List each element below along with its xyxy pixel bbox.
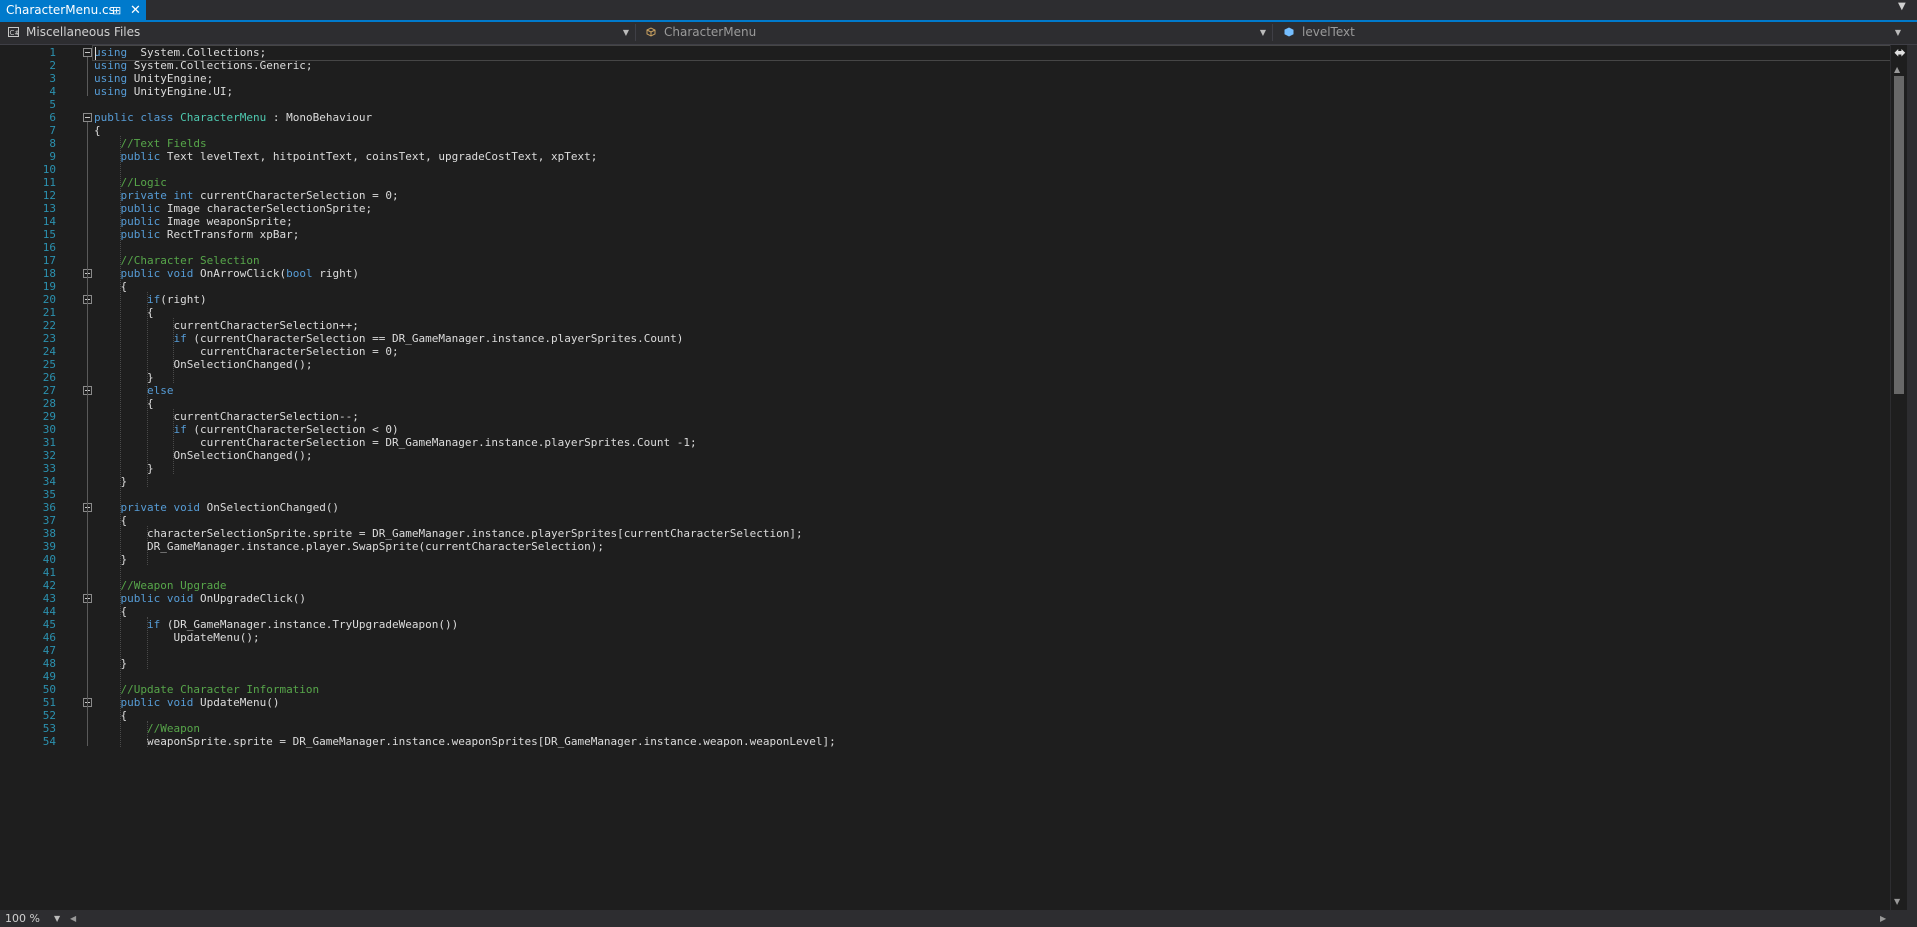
code-token: } (94, 475, 128, 488)
line-number-gutter: 1 2 3 4 5 6 7 8 9 10 11 12 13 14 15 16 17 18 19 20 21 22 23 24 2… (0, 45, 92, 910)
text-caret (95, 47, 96, 60)
code-line[interactable]: } (94, 474, 127, 490)
keyword-token: private (120, 501, 167, 514)
collapse-toggle-icon[interactable] (83, 113, 92, 122)
navigation-bar: C# Miscellaneous Files ▼ CharacterMenu ▼… (0, 22, 1917, 45)
chevron-down-icon[interactable]: ▼ (54, 911, 60, 926)
code-line[interactable]: using UnityEngine.UI; (94, 84, 233, 100)
close-icon[interactable]: ✕ (130, 0, 141, 21)
code-area[interactable]: using System.Collections; using System.Co… (94, 45, 1890, 910)
document-tab-strip (0, 0, 1917, 21)
indent-guide (173, 318, 175, 383)
scroll-right-icon[interactable]: ▶ (1880, 911, 1886, 926)
project-dropdown-label: Miscellaneous Files (26, 25, 141, 39)
keyword-token: void (173, 501, 200, 514)
split-window-icon[interactable]: ⬌ (1893, 46, 1907, 60)
code-token: UpdateMenu() (193, 696, 280, 709)
keyword-token: public (120, 228, 161, 241)
scroll-up-icon[interactable]: ▲ (1894, 65, 1900, 74)
code-token: Text levelText, hitpointText, coinsText,… (160, 150, 598, 163)
chevron-down-icon: ▼ (1894, 28, 1901, 37)
indent-guide (146, 617, 148, 669)
code-token: UpdateMenu(); (94, 631, 260, 644)
svg-text:C#: C# (10, 29, 20, 37)
type-dropdown-label: CharacterMenu (664, 25, 757, 39)
code-line[interactable]: public class CharacterMenu : MonoBehavio… (94, 110, 372, 126)
field-icon (1284, 27, 1294, 37)
code-token: RectTransform xpBar; (160, 228, 300, 241)
keyword-token: void (166, 696, 194, 709)
code-token: } (94, 553, 128, 566)
code-line[interactable]: } (94, 552, 127, 568)
indent-guide (120, 136, 122, 747)
code-token: } (94, 657, 128, 670)
zoom-level[interactable]: 100 % (5, 911, 40, 926)
indent-guide (173, 409, 175, 474)
keyword-token: void (166, 592, 194, 605)
project-dropdown[interactable]: C# Miscellaneous Files ▼ (2, 24, 636, 41)
scrollbar-thumb[interactable] (1894, 76, 1904, 394)
indent-guide (146, 292, 148, 487)
editor-right-edge (1907, 45, 1917, 927)
chevron-down-icon: ▼ (1259, 28, 1266, 37)
code-token: weaponSprite.sprite = DR_GameManager.ins… (94, 735, 836, 748)
code-line[interactable]: DR_GameManager.instance.player.SwapSprit… (94, 539, 604, 555)
keyword-token: class (140, 111, 174, 124)
code-line[interactable]: private void OnSelectionChanged() (94, 500, 340, 516)
code-token: right) (312, 267, 359, 280)
keyword-token: void (166, 267, 194, 280)
pin-icon[interactable]: ⊞ (112, 0, 121, 21)
code-token: : MonoBehaviour (266, 111, 373, 124)
code-token: DR_GameManager.instance.player.SwapSprit… (94, 540, 604, 553)
code-editor[interactable]: 1 2 3 4 5 6 7 8 9 10 11 12 13 14 15 16 17 18 19 20 21 22 23 24 2… (0, 45, 1917, 910)
code-token: UnityEngine.UI; (127, 85, 234, 98)
editor-bottom-bar: 100 % ▼ ◀ ▶ (0, 910, 1907, 927)
code-token: OnSelectionChanged() (199, 501, 340, 514)
code-line[interactable]: public void OnArrowClick(bool right) (94, 266, 359, 282)
csharp-file-icon: C# (8, 27, 19, 37)
keyword-token: using (94, 85, 128, 98)
indent-guide (146, 526, 148, 565)
code-token: OnUpgradeClick() (193, 592, 306, 605)
collapse-toggle-icon[interactable] (83, 48, 92, 57)
scroll-down-icon[interactable]: ▼ (1894, 897, 1900, 906)
scroll-left-icon[interactable]: ◀ (70, 911, 76, 926)
code-token: (right) (160, 293, 207, 306)
keyword-token: public (120, 150, 161, 163)
keyword-token: bool (286, 267, 313, 280)
chevron-down-icon: ▼ (622, 28, 629, 37)
code-line[interactable]: public RectTransform xpBar; (94, 227, 300, 243)
code-line[interactable]: } (94, 656, 127, 672)
line-number: 54 (42, 735, 56, 748)
tab-charactermenu-cs[interactable]: CharacterMenu.cs ⊞ ✕ (0, 0, 146, 21)
tab-title: CharacterMenu.cs (6, 3, 115, 17)
member-dropdown-label: levelText (1302, 25, 1355, 39)
indent-guide (146, 721, 148, 747)
code-line[interactable]: weaponSprite.sprite = DR_GameManager.ins… (94, 734, 836, 750)
code-line[interactable]: UpdateMenu(); (94, 630, 260, 646)
outline-line (87, 122, 88, 746)
type-token: CharacterMenu (180, 111, 267, 124)
tab-overflow-icon[interactable]: ▼ (1898, 1, 1906, 12)
code-line[interactable]: public Text levelText, hitpointText, coi… (94, 149, 598, 165)
code-token: OnArrowClick( (193, 267, 287, 280)
class-icon (646, 27, 656, 37)
outline-line (87, 57, 88, 96)
member-dropdown[interactable]: levelText ▼ (1278, 24, 1907, 41)
type-dropdown[interactable]: CharacterMenu ▼ (640, 24, 1273, 41)
